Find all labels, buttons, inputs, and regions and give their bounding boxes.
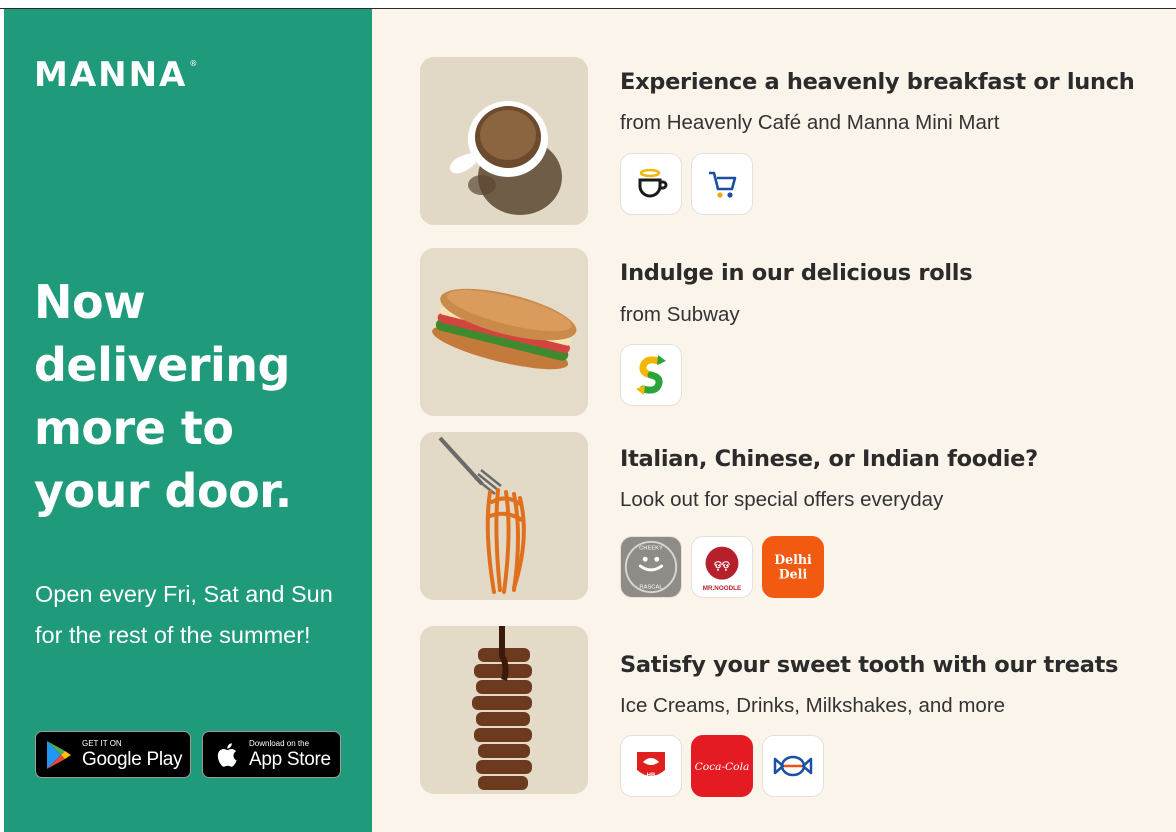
- hero-subtext: Open every Fri, Sat and Sun for the rest…: [35, 581, 333, 648]
- offer-logos: HB Coca-Cola: [620, 735, 824, 797]
- coca-cola-text: Coca-Cola: [695, 760, 750, 773]
- waffle-stack-photo: [420, 626, 588, 794]
- offer-subtitle: from Heavenly Café and Manna Mini Mart: [620, 111, 1000, 134]
- app-store-small-label: Download on the: [249, 739, 310, 748]
- cheeky-rascal-logo[interactable]: CHEEKY RASCAL: [620, 536, 682, 598]
- google-play-small-label: GET IT ON: [82, 739, 122, 748]
- registered-mark: ®: [189, 59, 200, 68]
- cheeky-text: CHEEKY: [639, 546, 663, 552]
- heavenly-cafe-logo[interactable]: [620, 153, 682, 215]
- app-store-button[interactable]: Download on the App Store: [202, 731, 341, 778]
- offer-title: Indulge in our delicious rolls: [620, 260, 973, 286]
- svg-text:ଡ଼ଡ଼: ଡ଼ଡ଼: [714, 558, 730, 571]
- offer-subtitle: Ice Creams, Drinks, Milkshakes, and more: [620, 694, 1006, 717]
- manna-mini-mart-logo[interactable]: [691, 153, 753, 215]
- rascal-text: RASCAL: [639, 584, 663, 590]
- candy-logo[interactable]: [762, 735, 824, 797]
- hero-headline: Now delivering more to your door.: [34, 275, 292, 518]
- offer-title: Experience a heavenly breakfast or lunch: [620, 69, 1135, 95]
- offers-panel: Experience a heavenly breakfast or lunch…: [372, 9, 1176, 832]
- mr-noodle-text: MR.NOODLE: [703, 585, 741, 592]
- offer-title: Satisfy your sweet tooth with our treats: [620, 652, 1119, 678]
- offer-subtitle: Look out for special offers everyday: [620, 488, 944, 511]
- offer-logos: [620, 344, 682, 406]
- brand-name: MANNA: [34, 55, 188, 95]
- google-play-label: Google Play: [82, 749, 183, 770]
- mr-noodle-logo[interactable]: ଡ଼ଡ଼ MR.NOODLE: [691, 536, 753, 598]
- sub-sandwich-photo: [420, 248, 588, 416]
- hb-ice-cream-logo[interactable]: HB: [620, 735, 682, 797]
- google-play-button[interactable]: GET IT ON Google Play: [35, 731, 191, 778]
- coffee-cup-photo: [420, 57, 588, 225]
- offer-subtitle: from Subway: [620, 303, 740, 326]
- app-store-label: App Store: [249, 749, 331, 770]
- coca-cola-logo[interactable]: Coca-Cola: [691, 735, 753, 797]
- hb-text: HB: [647, 773, 656, 779]
- subway-logo[interactable]: [620, 344, 682, 406]
- delhi-deli-logo[interactable]: Delhi Deli: [762, 536, 824, 598]
- page: MANNA ® Now delivering more to your door.…: [0, 0, 1176, 832]
- google-play-icon: [42, 735, 76, 775]
- delhi-text: Delhi: [774, 552, 812, 567]
- offer-logos: CHEEKY RASCAL ଡ଼ଡ଼ MR.NOODLE Delhi Deli: [620, 536, 824, 598]
- apple-icon: [209, 735, 243, 775]
- offer-logos: [620, 153, 753, 215]
- manna-logo: MANNA ®: [34, 55, 199, 95]
- hero-panel: MANNA ® Now delivering more to your door.…: [4, 9, 372, 832]
- deli-text: Deli: [779, 567, 808, 582]
- spaghetti-fork-photo: [420, 432, 588, 600]
- offer-title: Italian, Chinese, or Indian foodie?: [620, 446, 1038, 472]
